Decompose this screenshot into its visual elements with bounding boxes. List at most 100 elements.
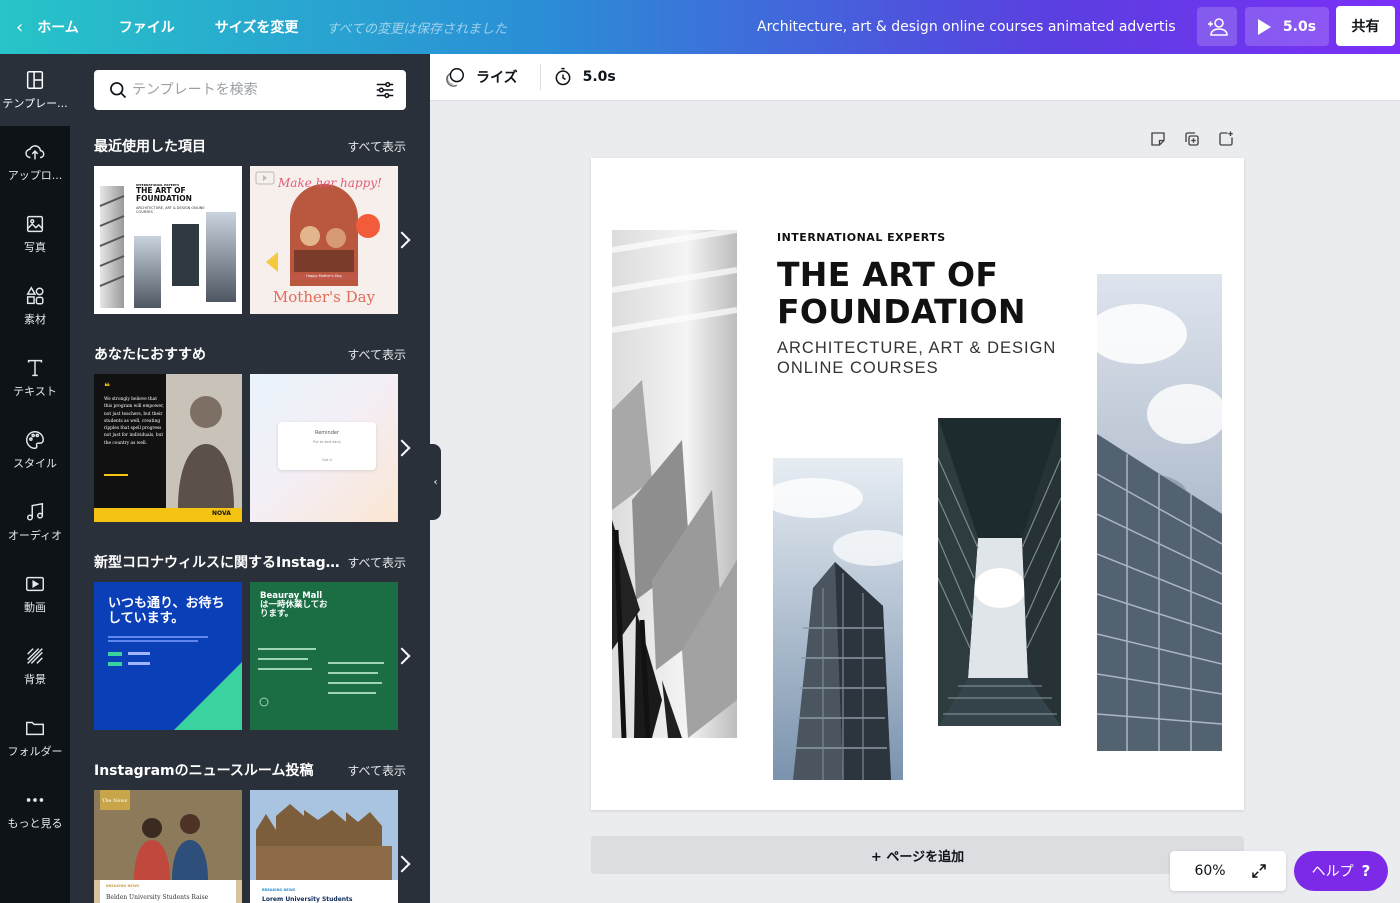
toolbar-divider	[539, 64, 541, 90]
rail-item-background[interactable]: 背景	[0, 630, 70, 702]
search-input[interactable]	[128, 82, 374, 98]
template-thumb-art-of-foundation[interactable]: INTERNATIONAL EXPERTS THE ART OF FOUNDAT…	[94, 166, 242, 314]
video-icon	[26, 576, 44, 592]
thumb-covid-green-title: Beauray Mallは一時休業しております。	[260, 591, 328, 619]
see-all-link[interactable]: すべて表示	[347, 138, 406, 155]
design-headline[interactable]: THE ART OF FOUNDATION	[777, 256, 1026, 330]
thumb-quote-text: We strongly believe that this program wi…	[104, 397, 164, 446]
animation-toolbar: ライズ 5.0s	[430, 54, 1400, 101]
add-page-button[interactable]: + ページを追加	[591, 836, 1244, 874]
collaborate-button[interactable]	[1197, 7, 1237, 46]
template-thumb-covid-green[interactable]: Beauray Mallは一時休業しております。	[250, 582, 398, 730]
timer-icon	[555, 67, 571, 86]
left-rail: テンプレー... アップロ... 写真 素材 テキスト スタイル オーディオ 動…	[0, 54, 70, 903]
zoom-control[interactable]: 60%	[1170, 851, 1286, 891]
file-menu[interactable]: ファイル	[99, 0, 195, 54]
template-thumb-quote[interactable]: ❝ We strongly believe that this program …	[94, 374, 242, 522]
rail-item-styles[interactable]: スタイル	[0, 414, 70, 486]
text-icon	[27, 359, 43, 377]
section-title: 最近使用した項目	[94, 139, 206, 155]
zoom-level[interactable]: 60%	[1170, 863, 1250, 879]
template-thumb-reminder[interactable]: Reminder Put to bed early Got it	[250, 374, 398, 522]
thumb-tag: Happy Mother's Day	[306, 274, 342, 278]
rail-item-uploads[interactable]: アップロ...	[0, 126, 70, 198]
rail-item-audio[interactable]: オーディオ	[0, 486, 70, 558]
rail-label-background: 背景	[24, 673, 46, 686]
audio-icon	[26, 502, 44, 521]
upload-icon	[25, 145, 45, 160]
headline-line-2: FOUNDATION	[777, 292, 1026, 331]
template-search[interactable]	[94, 70, 406, 110]
rail-label-text: テキスト	[13, 385, 57, 398]
thumb-covid-blue-title: いつも通り、お待ちしています。	[108, 596, 225, 626]
elements-icon	[26, 286, 44, 305]
image-sky-reflection[interactable]	[1097, 274, 1222, 751]
image-glass-tower[interactable]	[773, 458, 903, 780]
see-all-link[interactable]: すべて表示	[347, 554, 406, 571]
thumb-reminder-body: Put to bed early	[313, 440, 341, 444]
template-thumb-news-students[interactable]: The News BREAKING NEWS Belden University…	[94, 790, 242, 903]
duration-button[interactable]: 5.0s	[553, 67, 616, 87]
thumb-reminder-btn: Got it	[322, 458, 332, 462]
white-structure-graphic	[612, 230, 737, 738]
help-button[interactable]: ヘルプ ?	[1294, 851, 1388, 891]
design-subheading[interactable]: ARCHITECTURE, ART & DESIGN ONLINE COURSE…	[777, 338, 1056, 378]
duration-label: 5.0s	[582, 69, 616, 85]
rail-item-templates[interactable]: テンプレー...	[0, 54, 70, 126]
note-icon[interactable]	[1149, 130, 1167, 148]
thumb-news-label: BREAKING NEWS	[262, 888, 296, 892]
more-icon	[26, 798, 44, 802]
rail-item-elements[interactable]: 素材	[0, 270, 70, 342]
animation-icon	[446, 68, 464, 87]
design-kicker[interactable]: INTERNATIONAL EXPERTS	[777, 231, 946, 244]
rail-label-video: 動画	[24, 601, 46, 614]
section-covid-header: 新型コロナウィルスに関するInstagr... すべて表示	[94, 552, 406, 572]
see-all-link[interactable]: すべて表示	[347, 346, 406, 363]
rail-label-folders: フォルダー	[7, 745, 63, 758]
rail-item-more[interactable]: もっと見る	[0, 774, 70, 846]
home-button[interactable]: ‹ ホーム	[0, 0, 99, 54]
design-title[interactable]: Architecture, art & design online course…	[757, 0, 1177, 54]
rail-item-folders[interactable]: フォルダー	[0, 702, 70, 774]
template-thumb-news-university[interactable]: BREAKING NEWS Lorem University Students	[250, 790, 398, 903]
rail-label-templates: テンプレー...	[2, 97, 68, 110]
image-looking-up[interactable]	[938, 418, 1061, 726]
rail-label-styles: スタイル	[13, 457, 57, 470]
rail-label-more: もっと見る	[7, 817, 63, 830]
svg-text:❝: ❝	[104, 382, 110, 393]
rail-label-uploads: アップロ...	[7, 169, 63, 182]
resize-menu[interactable]: サイズを変更	[195, 0, 319, 54]
thumb-news-headline: Lorem University Students	[262, 896, 353, 903]
glass-tower-graphic	[773, 458, 903, 780]
rail-label-photos: 写真	[24, 241, 46, 254]
templates-panel: 最近使用した項目 すべて表示 INTERNATIONAL EXPERTS THE…	[70, 54, 430, 903]
rail-item-text[interactable]: テキスト	[0, 342, 70, 414]
section-title: あなたにおすすめ	[94, 347, 206, 363]
collapse-panel-button[interactable]: ‹	[430, 444, 441, 520]
share-button[interactable]: 共有	[1336, 6, 1395, 46]
thumb-reminder-title: Reminder	[314, 430, 340, 436]
image-white-structure[interactable]	[612, 230, 737, 738]
chevron-left-icon: ‹	[16, 16, 24, 38]
animation-button[interactable]: ライズ	[430, 54, 518, 101]
thumb-mothers-day-title: Mother's Day	[272, 288, 376, 306]
rail-item-photos[interactable]: 写真	[0, 198, 70, 270]
add-page-icon[interactable]	[1217, 130, 1235, 148]
filter-icon[interactable]	[374, 79, 396, 101]
template-thumb-mothers-day[interactable]: Make her happy! Happy Mother's Day Mothe…	[250, 166, 398, 314]
thumb-news-label: BREAKING NEWS	[106, 884, 140, 888]
play-button[interactable]: 5.0s	[1245, 7, 1329, 46]
rail-label-audio: オーディオ	[7, 529, 63, 542]
design-page[interactable]: INTERNATIONAL EXPERTS THE ART OF FOUNDAT…	[591, 158, 1244, 810]
page-tools	[1149, 130, 1235, 148]
duplicate-page-icon[interactable]	[1183, 130, 1201, 148]
template-thumb-covid-blue[interactable]: いつも通り、お待ちしています。	[94, 582, 242, 730]
fullscreen-icon[interactable]	[1250, 862, 1268, 880]
thumb-script: Make her happy!	[278, 176, 382, 190]
rail-item-video[interactable]: 動画	[0, 558, 70, 630]
see-all-link[interactable]: すべて表示	[347, 762, 406, 779]
people-icon	[1208, 17, 1228, 36]
headline-line-1: THE ART OF	[777, 255, 999, 294]
section-recent-header: 最近使用した項目 すべて表示	[94, 136, 406, 156]
photo-icon	[26, 215, 44, 233]
